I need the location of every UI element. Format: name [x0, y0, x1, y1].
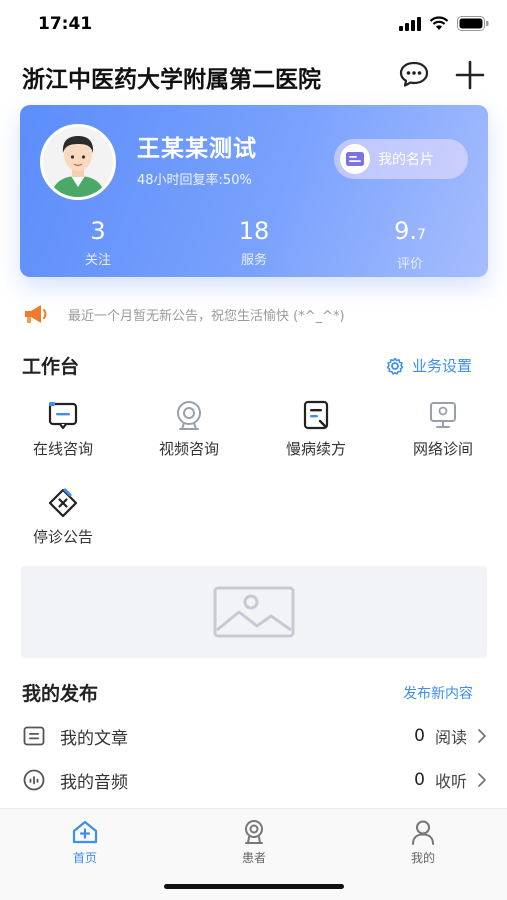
chat-bubble-icon [399, 61, 429, 87]
tab-mine-label: 我的 [410, 851, 435, 865]
tool-online-consult-label: 在线咨询 [32, 440, 93, 458]
stat-service-label: 服务 [240, 253, 267, 268]
tab-home[interactable]: 首页 [35, 819, 135, 866]
status-icons [399, 16, 489, 31]
tool-stop-notice[interactable]: 停诊公告 [0, 486, 126, 547]
image-placeholder-icon [213, 586, 295, 638]
stat-rating-label: 评价 [396, 257, 423, 272]
plus-icon [455, 60, 485, 90]
tool-online-clinic-label: 网络诊间 [412, 440, 473, 458]
profile-stats: 3 关注 18 服务 9.7 评价 [20, 217, 488, 272]
tool-stop-notice-label: 停诊公告 [32, 528, 93, 546]
my-card-label: 我的名片 [378, 152, 434, 168]
profile-card[interactable]: 王某某测试 48小时回复率:50% 我的名片 3 关注 18 服务 9.7 评价 [20, 105, 488, 277]
tool-video-consult-label: 视频咨询 [158, 440, 219, 458]
tab-patients[interactable]: 患者 [204, 819, 304, 866]
audio-unit: 收听 [434, 772, 467, 791]
wifi-icon [429, 16, 449, 30]
business-settings-label: 业务设置 [412, 357, 473, 375]
nav-bar: 浙江中医药大学附属第二医院 [0, 52, 507, 96]
stat-rating-decimal: 7 [416, 227, 426, 243]
stat-rating-value: 9.7 [332, 217, 488, 249]
publish-new-label: 发布新内容 [403, 686, 473, 702]
message-button[interactable] [398, 60, 430, 88]
stat-follow-value: 3 [90, 217, 106, 245]
workbench-title: 工作台 [22, 356, 80, 378]
tab-mine[interactable]: 我的 [373, 819, 473, 866]
patient-icon [245, 820, 263, 844]
chevron-right-icon [478, 729, 486, 743]
stat-follow[interactable]: 3 关注 [20, 217, 176, 272]
row-my-articles[interactable]: 我的文章 0 阅读 [22, 721, 487, 751]
audio-icon [22, 768, 46, 792]
home-indicator [164, 884, 344, 889]
chevron-right-icon [478, 773, 486, 787]
monitor-icon [430, 402, 456, 428]
hospital-title: 浙江中医药大学附属第二医院 [22, 67, 321, 93]
tool-chronic-refill[interactable]: 慢病续方 [253, 398, 379, 459]
stat-rating-integer: 9. [394, 217, 417, 245]
signal-icon [399, 16, 421, 31]
business-settings-link[interactable]: 业务设置 [386, 355, 472, 376]
reply-rate: 48小时回复率:50% [137, 173, 252, 188]
tab-patients-label: 患者 [241, 851, 266, 865]
status-bar: 17:41 [0, 0, 507, 50]
banner-placeholder[interactable] [21, 566, 487, 658]
audio-count: 0 [414, 770, 425, 790]
my-card-button[interactable]: 我的名片 [334, 139, 468, 179]
articles-count: 0 [414, 726, 425, 746]
row-my-audio-label: 我的音频 [60, 772, 128, 793]
add-button[interactable] [455, 60, 485, 90]
camera-icon [177, 401, 201, 430]
stat-follow-label: 关注 [84, 253, 111, 268]
tool-video-consult[interactable]: 视频咨询 [126, 398, 252, 459]
home-icon [72, 820, 98, 844]
card-icon [340, 144, 370, 174]
articles-unit: 阅读 [434, 728, 467, 747]
chat-box-icon [48, 402, 78, 430]
user-icon [412, 820, 434, 845]
tool-online-clinic[interactable]: 网络诊间 [380, 398, 506, 459]
prescription-icon [303, 400, 329, 430]
megaphone-icon [25, 305, 47, 323]
tool-online-consult[interactable]: 在线咨询 [0, 398, 126, 459]
stat-service-value: 18 [238, 217, 270, 245]
stop-notice-icon [48, 488, 78, 518]
tool-chronic-refill-label: 慢病续方 [285, 440, 346, 458]
doctor-name: 王某某测试 [137, 136, 257, 162]
row-my-articles-label: 我的文章 [60, 728, 128, 749]
stat-rating[interactable]: 9.7 评价 [332, 217, 488, 272]
row-my-audio-value: 0 收听 [414, 768, 487, 792]
tab-home-label: 首页 [72, 851, 97, 865]
article-icon [22, 724, 46, 748]
notice-bar[interactable]: 最近一个月暂无新公告，祝您生活愉快 (*^_^*) [22, 302, 345, 326]
row-my-articles-value: 0 阅读 [414, 724, 487, 748]
publish-new-link[interactable]: 发布新内容 [403, 683, 473, 703]
publish-title: 我的发布 [22, 683, 99, 705]
row-my-audio[interactable]: 我的音频 0 收听 [22, 765, 487, 795]
notice-text: 最近一个月暂无新公告，祝您生活愉快 (*^_^*) [68, 308, 345, 324]
battery-icon [457, 16, 489, 31]
stat-service[interactable]: 18 服务 [176, 217, 332, 272]
status-time: 17:41 [38, 14, 93, 34]
gear-icon [386, 357, 404, 375]
doctor-avatar-icon [43, 127, 113, 197]
avatar[interactable] [40, 124, 116, 200]
